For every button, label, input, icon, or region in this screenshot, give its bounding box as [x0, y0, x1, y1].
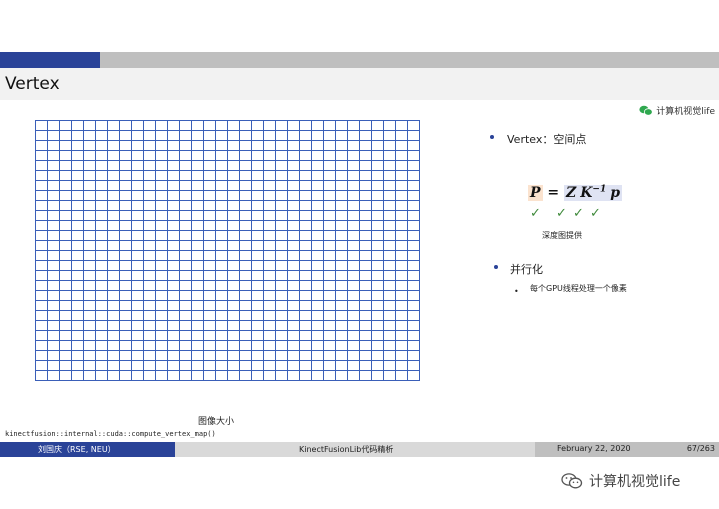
- formula: P = Z K−1 p: [528, 184, 623, 204]
- grid-caption: 图像大小: [198, 417, 235, 427]
- pixel-grid: [35, 120, 420, 381]
- watermark-small-text: 计算机视觉life: [656, 107, 715, 117]
- footer-author: 刘国庆（RSE, NEU）: [0, 442, 175, 457]
- formula-p: p: [608, 184, 623, 201]
- formula-z: Z: [564, 184, 579, 201]
- check-icon: ✓: [573, 206, 584, 221]
- slide-title: Vertex: [5, 74, 60, 94]
- check-icon: ✓: [530, 206, 541, 221]
- wechat-icon: [639, 105, 653, 116]
- watermark-small: 计算机视觉life: [639, 104, 715, 117]
- header-accent: [0, 52, 100, 68]
- bullet-dot: [490, 135, 494, 139]
- sub-bullet-gpu: 每个GPU线程处理一个像素: [530, 284, 627, 293]
- bullet-parallel: 并行化: [510, 263, 543, 276]
- function-name: kinectfusion::internal::cuda::compute_ve…: [5, 430, 216, 438]
- formula-lhs: P: [528, 184, 543, 201]
- header-bar: [0, 52, 719, 68]
- check-icon: ✓: [590, 206, 601, 221]
- title-bar: [0, 68, 719, 100]
- check-icon: ✓: [556, 206, 567, 221]
- footer-date: February 22, 2020: [535, 442, 647, 457]
- formula-k: K−1: [578, 184, 609, 201]
- bullet-vertex: Vertex：空间点: [507, 133, 587, 146]
- formula-k-exp: −1: [592, 184, 607, 194]
- watermark-big-text: 计算机视觉life: [589, 474, 681, 490]
- depth-caption: 深度图提供: [542, 231, 582, 240]
- footer-page: 67/263: [647, 442, 719, 457]
- footer-title: KinectFusionLib代码精析: [175, 442, 535, 457]
- footer: 刘国庆（RSE, NEU） KinectFusionLib代码精析 Februa…: [0, 442, 719, 457]
- formula-eq: =: [542, 184, 565, 201]
- bullet-dot: [494, 265, 498, 269]
- wechat-icon: [561, 473, 583, 489]
- sub-bullet-dot: •: [514, 287, 519, 296]
- watermark-big: 计算机视觉life: [561, 471, 680, 491]
